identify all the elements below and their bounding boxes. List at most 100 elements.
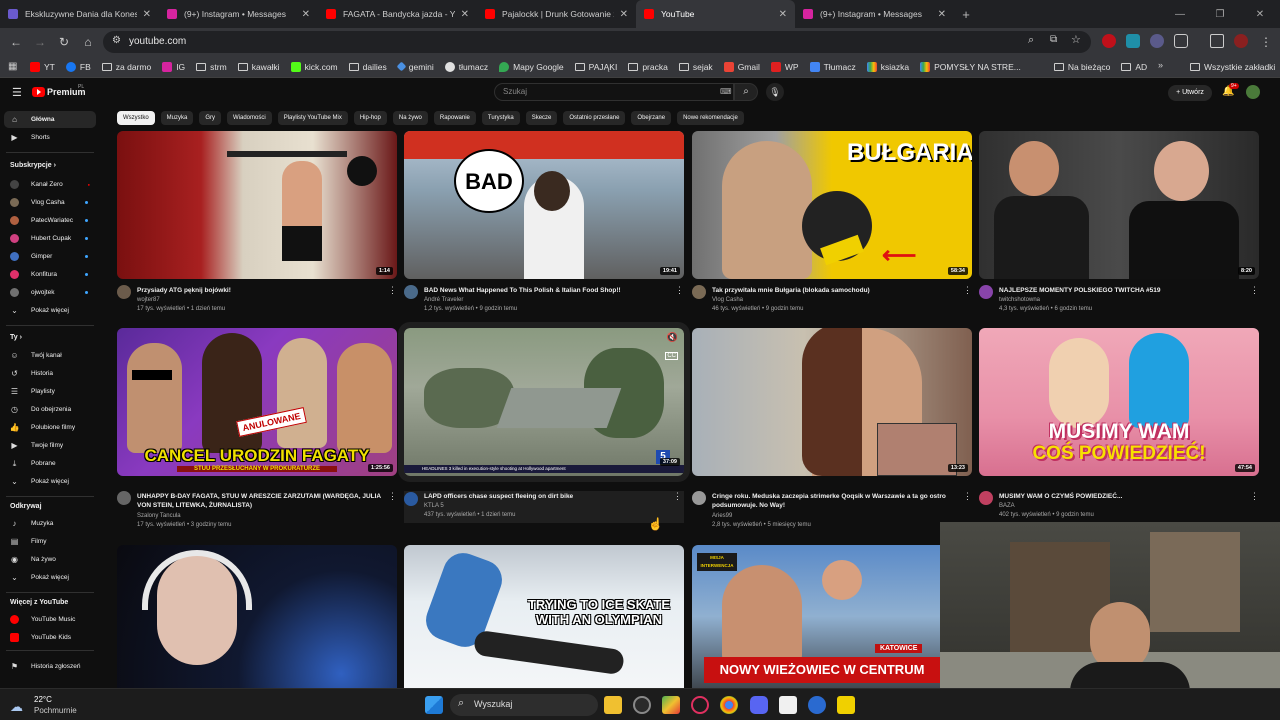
discord-icon[interactable] bbox=[750, 696, 768, 714]
tab-1[interactable]: (9+) Instagram • Messages ✕ bbox=[159, 0, 318, 28]
more-options-icon[interactable]: ⋮ bbox=[673, 491, 682, 502]
extension-record-icon[interactable] bbox=[1102, 34, 1116, 48]
sidebar-item-sub-2[interactable]: PatecWariatec bbox=[4, 212, 96, 229]
sidebar-item-sub-0[interactable]: Kanał Zero ● bbox=[4, 176, 96, 193]
sidebar-item-watch-later[interactable]: ◷ Do obejrzenia bbox=[4, 401, 96, 418]
create-button[interactable]: + Utwórz bbox=[1168, 85, 1212, 101]
chip[interactable]: Hip-hop bbox=[353, 111, 387, 125]
video-title[interactable]: NAJLEPSZE MOMENTY POLSKIEGO TWITCHA #519 bbox=[999, 286, 1249, 295]
menu-dots-icon[interactable]: ⋮ bbox=[1258, 34, 1274, 50]
captions-icon[interactable]: CC bbox=[665, 352, 678, 360]
video-title[interactable]: Tak przywitała mnie Bułgaria (blokada sa… bbox=[712, 286, 962, 295]
chip[interactable]: Playlisty YouTube Mix bbox=[277, 111, 348, 125]
reload-button[interactable]: ↻ bbox=[56, 34, 72, 50]
extension-icon[interactable] bbox=[1150, 34, 1164, 48]
chip[interactable]: Nowe rekomendacje bbox=[677, 111, 744, 125]
chip-all[interactable]: Wszystko bbox=[117, 111, 155, 125]
video-thumbnail[interactable]: TRYING TO ICE SKATE WITH AN OLYMPIAN bbox=[404, 545, 684, 688]
video-thumbnail[interactable]: 13:23 bbox=[692, 328, 972, 476]
sidebar-item-your-channel[interactable]: ☺ Twój kanał bbox=[4, 347, 96, 364]
bookmark-folder[interactable]: AD bbox=[1121, 62, 1147, 72]
minimize-button[interactable]: — bbox=[1160, 0, 1200, 28]
channel-avatar[interactable] bbox=[117, 491, 131, 505]
sidebar-item-music[interactable]: ♪ Muzyka bbox=[4, 515, 96, 532]
tab-0[interactable]: Ekskluzywne Dania dla Konesera ✕ bbox=[0, 0, 159, 28]
bookmark-maps[interactable]: Mapy Google bbox=[499, 61, 564, 72]
channel-name[interactable]: wojter87 bbox=[137, 297, 160, 303]
channel-name[interactable]: KTLA 5 bbox=[424, 503, 444, 509]
chip[interactable]: Turystyka bbox=[481, 111, 520, 125]
video-title[interactable]: MUSIMY WAM O CZYMŚ POWIEDZIEĆ... bbox=[999, 492, 1249, 501]
zoom-icon[interactable]: ⌕ bbox=[1028, 34, 1034, 47]
bookmark-star-icon[interactable]: ☆ bbox=[1071, 33, 1081, 46]
video-title[interactable]: Przysiady ATG pęknij bojówki! bbox=[137, 286, 387, 295]
bookmark-fb[interactable]: FB bbox=[65, 61, 91, 72]
bookmark-folder[interactable]: dailies bbox=[348, 62, 387, 72]
video-title[interactable]: Cringe roku. Meduska zaczepia strimerke … bbox=[712, 492, 962, 510]
bookmark-gmail[interactable]: Gmail bbox=[723, 61, 760, 72]
new-tab-button[interactable]: + bbox=[954, 0, 978, 28]
channel-avatar[interactable] bbox=[979, 285, 993, 299]
sidebar-item-movies[interactable]: ▤ Filmy bbox=[4, 533, 96, 550]
channel-avatar[interactable] bbox=[404, 285, 418, 299]
sidebar-item-yt-music[interactable]: YouTube Music bbox=[4, 611, 96, 628]
app-icon[interactable] bbox=[779, 696, 797, 714]
back-button[interactable]: ← bbox=[8, 34, 24, 50]
bookmark-folder[interactable]: kawałki bbox=[237, 62, 280, 72]
channel-name[interactable]: twitchshotowna bbox=[999, 297, 1040, 303]
channel-name[interactable]: André Traveler bbox=[424, 297, 463, 303]
more-options-icon[interactable]: ⋮ bbox=[963, 491, 972, 502]
close-icon[interactable]: ✕ bbox=[302, 9, 310, 20]
video-title[interactable]: LAPD officers chase suspect fleeing on d… bbox=[424, 492, 674, 501]
bookmark-folder[interactable]: Na bieżąco bbox=[1053, 62, 1110, 72]
bookmark-folder[interactable]: sejak bbox=[678, 62, 713, 72]
bookmark-pomysly[interactable]: POMYSŁY NA STRE... bbox=[920, 61, 1021, 72]
video-thumbnail[interactable] bbox=[117, 545, 397, 688]
channel-avatar[interactable] bbox=[692, 285, 706, 299]
window-close-button[interactable]: ✕ bbox=[1240, 0, 1280, 28]
channel-name[interactable]: Vlog Casha bbox=[712, 297, 743, 303]
bookmark-translate[interactable]: tłumacz bbox=[444, 61, 488, 72]
sticky-notes-icon[interactable] bbox=[837, 696, 855, 714]
sidebar-item-your-videos[interactable]: ▶ Twoje filmy bbox=[4, 437, 96, 454]
sidebar-show-more[interactable]: ⌄ Pokaż więcej bbox=[4, 473, 96, 490]
chip[interactable]: Rapowanie bbox=[433, 111, 476, 125]
chip[interactable]: Gry bbox=[199, 111, 222, 125]
video-thumbnail-hovered[interactable]: HEADLINES 3 killed in execution-style sh… bbox=[398, 322, 690, 482]
extensions-puzzle-icon[interactable] bbox=[1174, 34, 1188, 48]
more-options-icon[interactable]: ⋮ bbox=[963, 285, 972, 296]
taskbar-search[interactable]: ⌕ Wyszukaj bbox=[450, 694, 598, 716]
sidebar-item-report-history[interactable]: ⚑ Historia zgłoszeń bbox=[4, 658, 96, 675]
bookmark-kick[interactable]: kick.com bbox=[290, 61, 338, 72]
account-avatar[interactable] bbox=[1246, 85, 1260, 99]
voice-search-button[interactable]: 🎙 bbox=[766, 83, 784, 101]
extension-icon[interactable] bbox=[1126, 34, 1140, 48]
chip[interactable]: Muzyka bbox=[160, 111, 194, 125]
subscriptions-heading[interactable]: Subskrypcje › bbox=[10, 162, 56, 169]
channel-name[interactable]: Aries99 bbox=[712, 513, 732, 519]
media-controls-icon[interactable] bbox=[1210, 34, 1224, 48]
video-thumbnail[interactable]: 1:14 bbox=[117, 131, 397, 279]
video-thumbnail[interactable]: ANULOWANE CANCEL URODZIN FAGATY STUU PRZ… bbox=[117, 328, 397, 476]
close-icon[interactable]: ✕ bbox=[938, 9, 946, 20]
video-title[interactable]: UNHAPPY B-DAY FAGATA, STUU W ARESZCIE ZA… bbox=[137, 492, 387, 510]
sidebar-item-sub-3[interactable]: Hubert Cupak bbox=[4, 230, 96, 247]
sidebar-item-live[interactable]: ◉ Na żywo bbox=[4, 551, 96, 568]
video-thumbnail[interactable]: 8:20 bbox=[979, 131, 1259, 279]
bookmark-translate[interactable]: Tłumacz bbox=[809, 61, 856, 72]
profile-avatar[interactable] bbox=[1234, 34, 1248, 48]
opera-icon[interactable] bbox=[691, 696, 709, 714]
tab-4-active[interactable]: YouTube ✕ bbox=[636, 0, 795, 28]
sidebar-item-shorts[interactable]: ▶ Shorts bbox=[4, 129, 96, 146]
search-button[interactable]: ⌕ bbox=[734, 83, 758, 101]
sidebar-item-yt-kids[interactable]: YouTube Kids bbox=[4, 629, 96, 646]
close-icon[interactable]: ✕ bbox=[620, 9, 628, 20]
channel-name[interactable]: Szalony Tancula bbox=[137, 513, 181, 519]
close-icon[interactable]: ✕ bbox=[461, 9, 469, 20]
sidebar-item-home[interactable]: ⌂ Główna bbox=[4, 111, 96, 128]
search-input[interactable]: Szukaj ⌨ bbox=[494, 83, 734, 101]
video-thumbnail[interactable]: MUSIMY WAM COŚ POWIEDZIEĆ! 47:54 bbox=[979, 328, 1259, 476]
address-bar[interactable]: ⚙ youtube.com ⌕ ⧉ ☆ bbox=[103, 31, 1091, 53]
home-button[interactable]: ⌂ bbox=[80, 34, 96, 50]
file-explorer-icon[interactable] bbox=[604, 696, 622, 714]
